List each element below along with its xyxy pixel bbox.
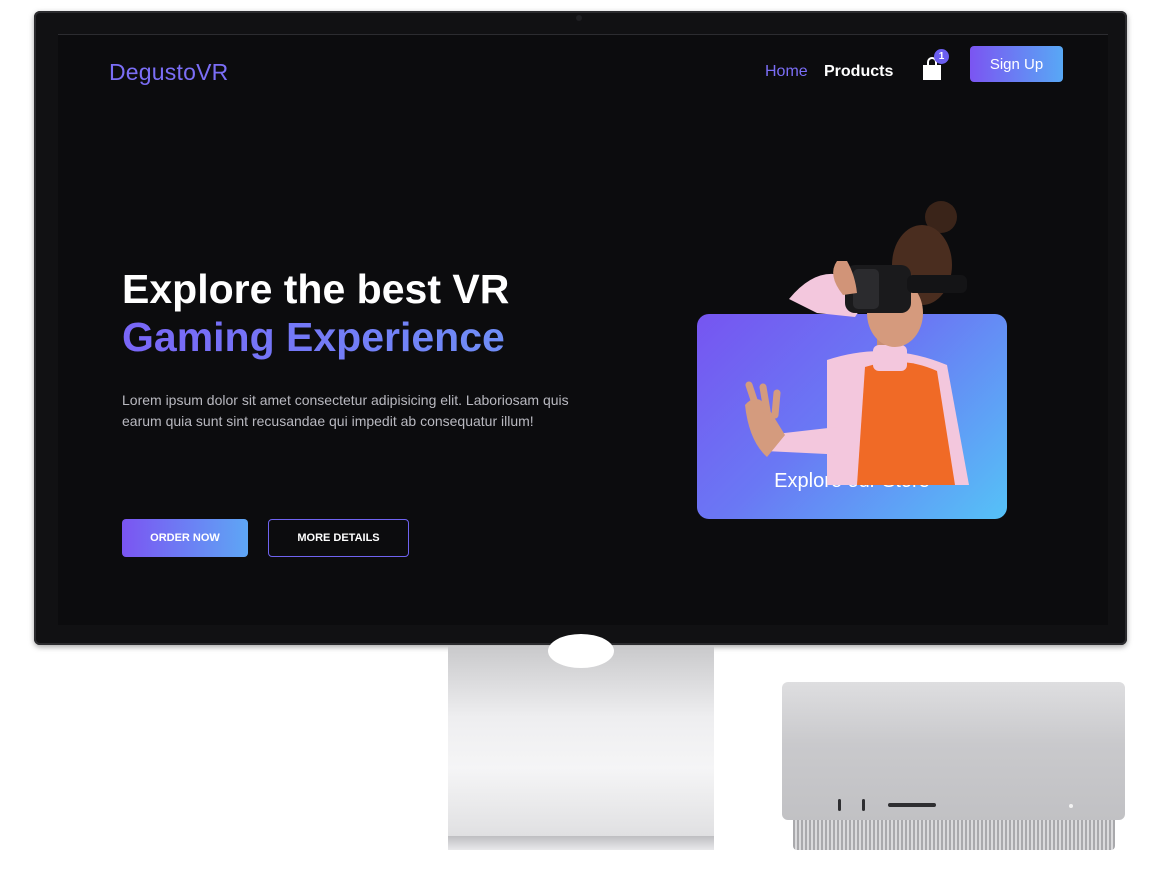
vr-headset-person-image — [745, 201, 969, 485]
nav-link-home[interactable]: Home — [765, 63, 808, 81]
usb-c-port — [838, 799, 841, 811]
mac-studio-computer — [782, 682, 1125, 820]
display-stand — [448, 634, 714, 850]
usb-c-port — [862, 799, 865, 811]
stand-cutout — [548, 634, 614, 668]
hero-title-line2: Gaming Experience — [122, 313, 509, 361]
stand-foot — [448, 836, 714, 850]
website-screen: DegustoVR Home Products 1 Sign Up Explor… — [58, 34, 1108, 625]
hero-title-line1: Explore the best VR — [122, 266, 510, 312]
nav-link-products[interactable]: Products — [824, 63, 893, 81]
hero-title: Explore the best VR Gaming Experience — [122, 265, 509, 361]
mac-studio-vent — [793, 820, 1115, 850]
brand-logo[interactable]: DegustoVR — [109, 59, 228, 86]
sd-card-slot — [888, 803, 936, 807]
hero-description: Lorem ipsum dolor sit amet consectetur a… — [122, 392, 569, 429]
cart-count-badge: 1 — [934, 49, 949, 64]
order-now-button[interactable]: ORDER NOW — [122, 519, 248, 557]
camera-dot — [576, 15, 582, 21]
sign-up-button[interactable]: Sign Up — [970, 46, 1063, 82]
power-led — [1069, 804, 1073, 808]
more-details-button[interactable]: MORE DETAILS — [268, 519, 409, 557]
studio-display: DegustoVR Home Products 1 Sign Up Explor… — [34, 11, 1127, 645]
